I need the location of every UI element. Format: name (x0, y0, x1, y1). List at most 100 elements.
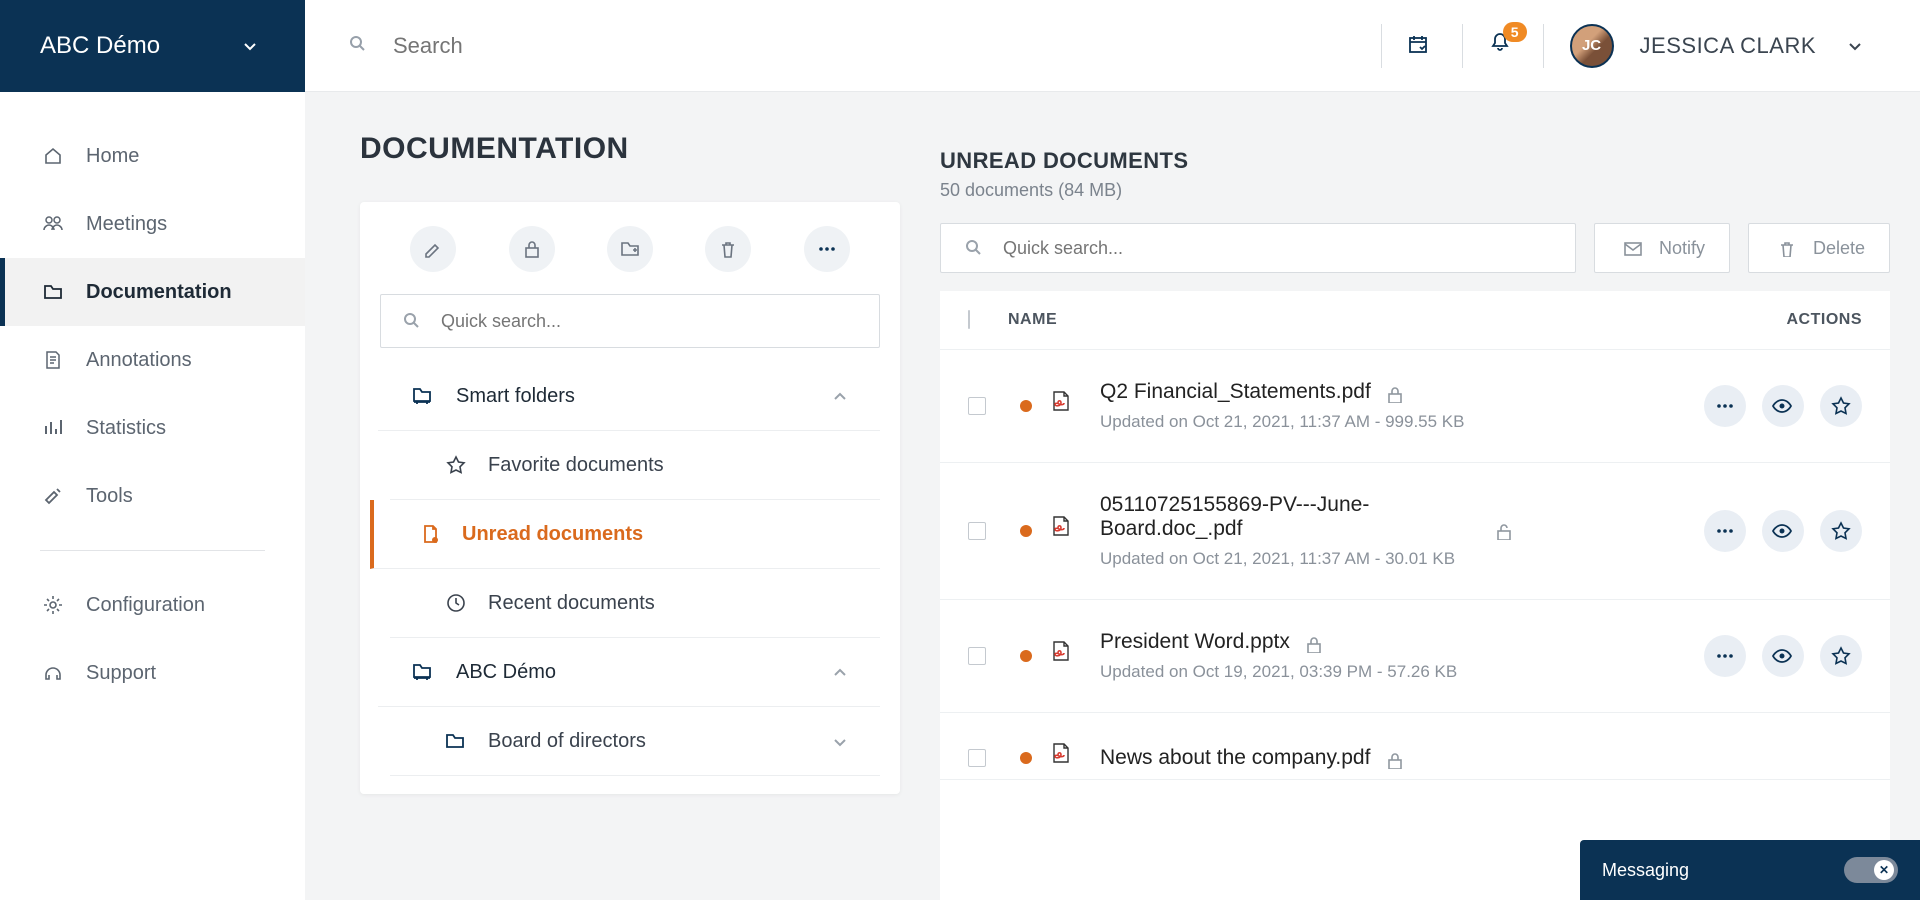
row-checkbox[interactable] (968, 647, 986, 665)
global-search[interactable] (347, 32, 873, 60)
lock-icon (1385, 751, 1403, 769)
notify-label: Notify (1659, 238, 1705, 259)
search-icon (399, 307, 427, 335)
messaging-panel[interactable]: Messaging ✕ (1580, 840, 1920, 900)
unread-dot-icon (1020, 752, 1032, 764)
document-list[interactable]: Q2 Financial_Statements.pdf Updated on O… (940, 350, 1890, 900)
row-checkbox[interactable] (968, 522, 986, 540)
documents-title: UNREAD DOCUMENTS (940, 148, 1890, 174)
folder-quick-search[interactable] (380, 294, 880, 348)
messaging-toggle[interactable]: ✕ (1844, 857, 1898, 883)
notifications-button[interactable]: 5 (1489, 30, 1517, 61)
recent-icon (442, 589, 470, 617)
pdf-icon (1050, 743, 1082, 773)
lock-icon (1385, 385, 1403, 403)
avatar[interactable]: JC (1570, 24, 1614, 68)
documents-search-input[interactable] (1003, 238, 1555, 259)
pdf-icon (1050, 516, 1082, 546)
close-icon: ✕ (1879, 863, 1889, 877)
headset-icon (40, 659, 68, 687)
page-title: DOCUMENTATION (360, 132, 900, 166)
col-actions: ACTIONS (1642, 311, 1862, 329)
row-checkbox[interactable] (968, 749, 986, 767)
row-actions (1704, 510, 1862, 552)
sidebar-item-tools[interactable]: Tools (0, 462, 305, 530)
delete-button[interactable] (705, 226, 751, 272)
sidebar-item-statistics[interactable]: Statistics (0, 394, 305, 462)
sidebar-item-label: Home (86, 145, 139, 168)
unread-dot-icon (1020, 525, 1032, 537)
sidebar-item-label: Documentation (86, 281, 232, 304)
row-more-button[interactable] (1704, 635, 1746, 677)
row-view-button[interactable] (1762, 385, 1804, 427)
select-all-checkbox[interactable] (968, 310, 970, 329)
divider (40, 550, 265, 551)
mail-icon (1619, 234, 1647, 262)
tree-item-board[interactable]: Board of directors (390, 707, 880, 776)
search-icon (347, 32, 375, 60)
row-favorite-button[interactable] (1820, 385, 1862, 427)
sidebar-item-documentation[interactable]: Documentation (0, 258, 305, 326)
col-name: NAME (1008, 311, 1642, 329)
document-name[interactable]: President Word.pptx (1100, 630, 1290, 653)
tree-section-label: Smart folders (456, 385, 575, 408)
chevron-down-icon[interactable] (1842, 32, 1870, 60)
tree-section-label: ABC Démo (456, 661, 556, 684)
tree-section-tenant[interactable]: ABC Démo (378, 638, 880, 707)
document-name[interactable]: 05110725155869-PV---June-Board.doc_.pdf (1100, 493, 1480, 541)
row-favorite-button[interactable] (1820, 635, 1862, 677)
document-name[interactable]: News about the company.pdf (1100, 746, 1370, 769)
sidebar-item-meetings[interactable]: Meetings (0, 190, 305, 258)
edit-button[interactable] (410, 226, 456, 272)
unlock-icon (1494, 522, 1512, 540)
calendar-icon[interactable] (1408, 32, 1436, 60)
search-input[interactable] (393, 33, 873, 59)
delete-button[interactable]: Delete (1748, 223, 1890, 273)
tenant-switcher[interactable]: ABC Démo (0, 0, 305, 92)
tree-item-label: Board of directors (488, 730, 646, 753)
unread-dot-icon (1020, 400, 1032, 412)
more-button[interactable] (804, 226, 850, 272)
documents-quick-search[interactable] (940, 223, 1576, 273)
folder-tree[interactable]: Smart folders Favorite documents Unread … (360, 362, 900, 776)
lock-button[interactable] (509, 226, 555, 272)
tree-item-unread[interactable]: Unread documents (370, 500, 880, 569)
sidebar-item-home[interactable]: Home (0, 122, 305, 190)
sidebar-item-configuration[interactable]: Configuration (0, 571, 305, 639)
chevron-up-icon (832, 389, 848, 403)
primary-nav: Home Meetings Documentation Annotations … (0, 92, 305, 707)
user-name: JESSICA CLARK (1640, 33, 1816, 59)
pdf-icon (1050, 641, 1082, 671)
tree-item-label: Unread documents (462, 523, 643, 546)
messaging-label: Messaging (1602, 860, 1689, 881)
folder-board-icon (410, 382, 438, 410)
tree-item-favorite[interactable]: Favorite documents (390, 431, 880, 500)
tree-item-label: Favorite documents (488, 454, 664, 477)
sidebar-item-support[interactable]: Support (0, 639, 305, 707)
row-checkbox[interactable] (968, 397, 986, 415)
notify-button[interactable]: Notify (1594, 223, 1730, 273)
folder-board-icon (410, 658, 438, 686)
table-row: 05110725155869-PV---June-Board.doc_.pdf … (940, 463, 1890, 600)
chevron-down-icon (832, 734, 848, 748)
sidebar-item-annotations[interactable]: Annotations (0, 326, 305, 394)
tree-section-smart-folders[interactable]: Smart folders (378, 362, 880, 431)
new-folder-button[interactable] (607, 226, 653, 272)
row-actions (1704, 385, 1862, 427)
folder-search-input[interactable] (441, 311, 861, 332)
unread-dot-icon (1020, 650, 1032, 662)
row-view-button[interactable] (1762, 510, 1804, 552)
document-name[interactable]: Q2 Financial_Statements.pdf (1100, 380, 1371, 403)
sidebar-item-label: Meetings (86, 213, 167, 236)
sidebar-item-label: Tools (86, 485, 133, 508)
document-meta: Updated on Oct 21, 2021, 11:37 AM - 30.0… (1100, 549, 1686, 569)
topbar: 5 JC JESSICA CLARK (305, 0, 1920, 92)
sidebar-item-label: Support (86, 662, 156, 685)
row-more-button[interactable] (1704, 510, 1746, 552)
row-view-button[interactable] (1762, 635, 1804, 677)
row-more-button[interactable] (1704, 385, 1746, 427)
row-favorite-button[interactable] (1820, 510, 1862, 552)
tree-item-recent[interactable]: Recent documents (390, 569, 880, 638)
sidebar: ABC Démo Home Meetings Documentation Ann… (0, 0, 305, 900)
home-icon (40, 142, 68, 170)
